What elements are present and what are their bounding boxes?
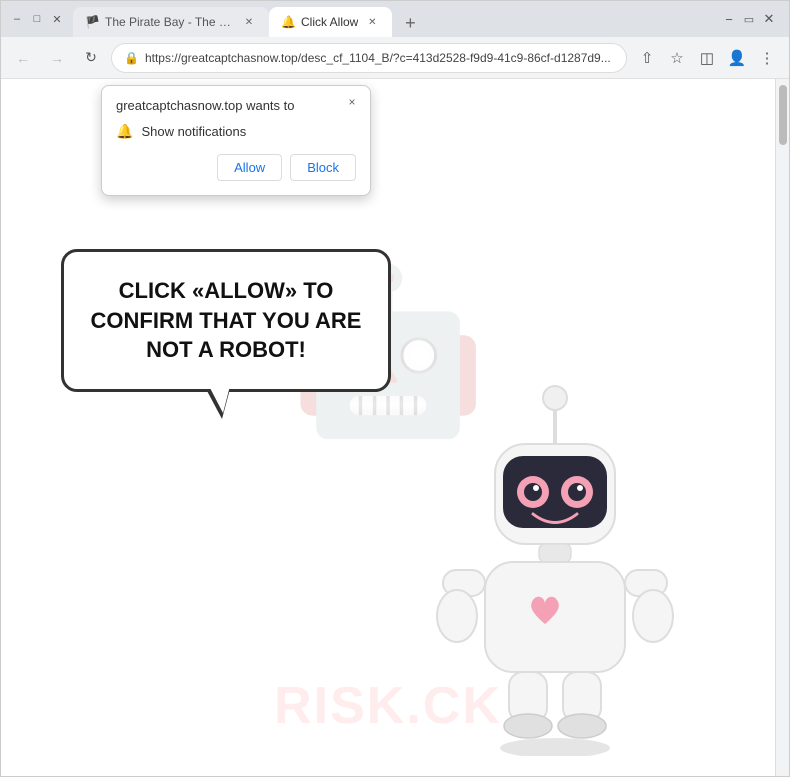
back-button[interactable]: ← — [9, 44, 37, 72]
bell-icon: 🔔 — [116, 123, 133, 140]
popup-buttons: Allow Block — [116, 154, 356, 181]
browser-window: – □ ✕ 🏴 The Pirate Bay - The galaxy's mo… — [0, 0, 790, 777]
bubble-text: CLICK «ALLOW» TO CONFIRM THAT YOU ARE NO… — [84, 276, 368, 365]
new-tab-button[interactable]: + — [396, 9, 424, 37]
scrollbar-thumb[interactable] — [779, 85, 787, 145]
url-bar[interactable]: 🔒 https://greatcaptchasnow.top/desc_cf_1… — [111, 43, 627, 73]
tab-piratebay[interactable]: 🏴 The Pirate Bay - The galaxy's mo... ✕ — [73, 7, 269, 37]
share-icon[interactable]: ⇧ — [633, 44, 661, 72]
bookmark-icon[interactable]: ☆ — [663, 44, 691, 72]
refresh-button[interactable]: ↻ — [77, 44, 105, 72]
win-restore-icon[interactable]: ▭ — [741, 11, 757, 27]
tab-favicon-1: 🏴 — [85, 15, 99, 29]
window-controls: – □ ✕ — [9, 11, 65, 27]
url-text: https://greatcaptchasnow.top/desc_cf_110… — [145, 51, 614, 65]
block-button[interactable]: Block — [290, 154, 356, 181]
win-close-icon[interactable]: ✕ — [761, 11, 777, 27]
popup-permission-row: 🔔 Show notifications — [116, 123, 356, 140]
menu-icon[interactable]: ⋮ — [753, 44, 781, 72]
browser-content-wrapper: 🤖 RISK.CK CLICK «ALLOW» TO CONFIRM THAT … — [1, 79, 789, 776]
tab-title-2: Click Allow — [301, 15, 358, 29]
popup-permission-text: Show notifications — [141, 124, 246, 139]
maximize-button[interactable]: □ — [29, 11, 45, 27]
extension-icon[interactable]: ◫ — [693, 44, 721, 72]
address-bar: ← → ↻ 🔒 https://greatcaptchasnow.top/des… — [1, 37, 789, 79]
forward-button[interactable]: → — [43, 44, 71, 72]
scrollbar[interactable] — [775, 79, 789, 776]
page-content: 🤖 RISK.CK CLICK «ALLOW» TO CONFIRM THAT … — [1, 79, 775, 776]
robot-illustration — [415, 376, 695, 756]
close-button[interactable]: ✕ — [49, 11, 65, 27]
speech-bubble: CLICK «ALLOW» TO CONFIRM THAT YOU ARE NO… — [61, 249, 391, 392]
allow-button[interactable]: Allow — [217, 154, 282, 181]
notification-popup: × greatcaptchasnow.top wants to 🔔 Show n… — [101, 85, 371, 196]
robot-svg — [415, 376, 695, 756]
win-minimize-icon[interactable]: − — [721, 11, 737, 27]
popup-site-text: greatcaptchasnow.top wants to — [116, 98, 356, 113]
title-bar: – □ ✕ 🏴 The Pirate Bay - The galaxy's mo… — [1, 1, 789, 37]
tab-close-2[interactable]: ✕ — [364, 14, 380, 30]
toolbar-icons: ⇧ ☆ ◫ 👤 ⋮ — [633, 44, 781, 72]
minimize-button[interactable]: – — [9, 11, 25, 27]
lock-icon: 🔒 — [124, 51, 139, 65]
tab-favicon-2: 🔔 — [281, 15, 295, 29]
tabs-bar: 🏴 The Pirate Bay - The galaxy's mo... ✕ … — [73, 1, 721, 37]
popup-close-button[interactable]: × — [342, 92, 362, 112]
tab-close-1[interactable]: ✕ — [241, 14, 257, 30]
tab-title-1: The Pirate Bay - The galaxy's mo... — [105, 15, 235, 29]
tab-clickallow[interactable]: 🔔 Click Allow ✕ — [269, 7, 392, 37]
account-icon[interactable]: 👤 — [723, 44, 751, 72]
